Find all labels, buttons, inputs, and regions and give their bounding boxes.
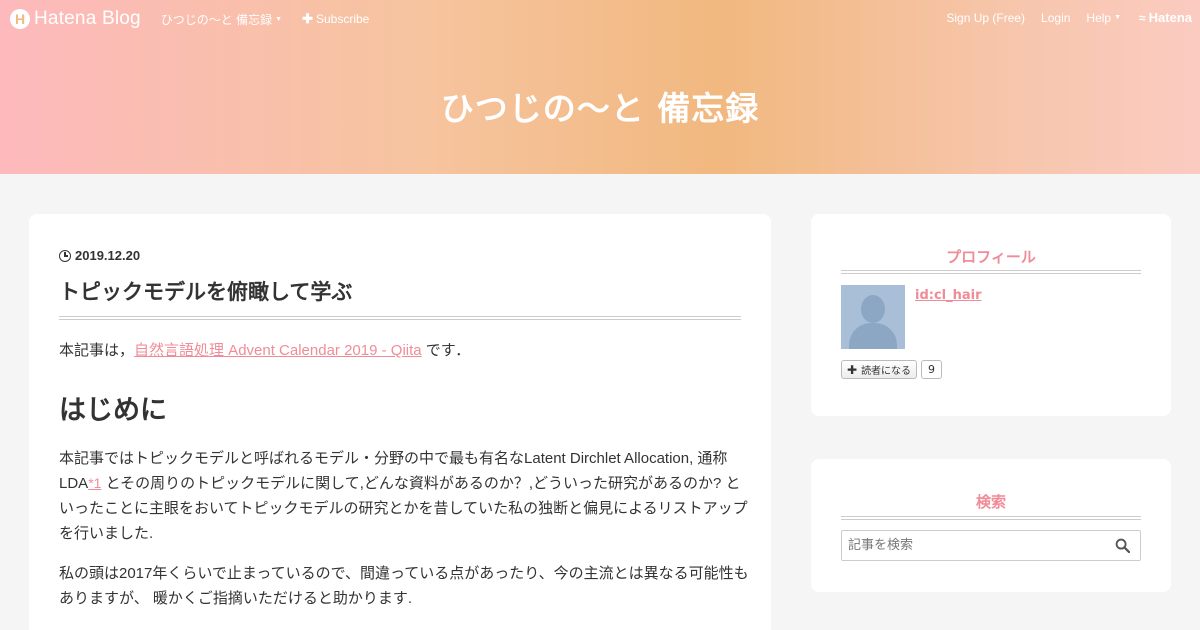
login-link[interactable]: Login — [1041, 11, 1070, 25]
blog-title[interactable]: ひつじの〜と 備忘録 — [0, 82, 1200, 130]
avatar[interactable] — [841, 285, 905, 349]
intro-paragraph: 本記事は，自然言語処理 Advent Calendar 2019 - Qiita… — [59, 339, 470, 360]
p1-text-b: とその周りのトピックモデルに関して,どんな資料があるのか？,どういった研究がある… — [59, 475, 748, 542]
footnote-link[interactable]: *1 — [88, 475, 101, 491]
profile-module: プロフィール id:cl_hair ✚ 読者になる 9 — [811, 214, 1171, 416]
hatena-wave-icon: ≈ — [1139, 10, 1146, 25]
search-icon[interactable] — [1115, 538, 1130, 553]
section-heading: はじめに — [59, 395, 167, 426]
subscribe-link[interactable]: ✚ Subscribe — [302, 11, 369, 27]
intro-text-after: です． — [421, 342, 471, 359]
entry-date-text: 2019.12.20 — [75, 248, 141, 263]
search-module: 検索 — [811, 459, 1171, 592]
avatar-body — [849, 323, 897, 349]
body-paragraph-1: 本記事ではトピックモデルと呼ばれるモデル・分野の中で最も有名なLatent Di… — [59, 446, 749, 546]
avatar-head — [861, 295, 885, 323]
subscribe-label: Subscribe — [315, 12, 370, 26]
signup-link[interactable]: Sign Up (Free) — [946, 11, 1025, 25]
plus-icon: ✚ — [847, 362, 858, 377]
help-dropdown[interactable]: Help ▼ — [1086, 11, 1121, 25]
body-paragraph-2: 私の頭は2017年くらいで止まっているので、間違っている点があったり、今の主流と… — [59, 565, 749, 607]
search-input[interactable] — [842, 531, 1108, 560]
caret-down-icon: ▼ — [275, 15, 283, 23]
global-header-left: H Hatena Blog ひつじの〜と 備忘録 ▼ ✚ Subscribe — [10, 8, 369, 30]
blog-menu-label: ひつじの〜と 備忘録 — [160, 12, 273, 27]
plus-icon: ✚ — [302, 11, 313, 26]
reader-subscribe-label: 読者になる — [861, 366, 912, 377]
subscriber-count: 9 — [921, 360, 942, 379]
entry-article: 2019.12.20 トピックモデルを俯瞰して学ぶ 本記事は，自然言語処理 Ad… — [29, 214, 771, 630]
profile-title-divider — [841, 270, 1141, 274]
entry-title[interactable]: トピックモデルを俯瞰して学ぶ — [59, 276, 352, 306]
intro-text-before: 本記事は， — [59, 342, 135, 359]
hatena-logo[interactable]: ≈ Hatena — [1139, 10, 1192, 25]
hatena-logo-icon: H — [10, 9, 30, 29]
search-title-divider — [841, 516, 1141, 520]
help-label: Help — [1086, 10, 1112, 25]
search-box — [841, 530, 1141, 561]
title-divider — [59, 316, 741, 320]
blog-header: H Hatena Blog ひつじの〜と 備忘録 ▼ ✚ Subscribe S… — [0, 0, 1200, 174]
search-module-title: 検索 — [975, 493, 1006, 511]
profile-id-link[interactable]: id:cl_hair — [915, 288, 982, 303]
blog-menu-dropdown[interactable]: ひつじの〜と 備忘録 ▼ — [161, 11, 282, 28]
clock-icon — [59, 249, 71, 262]
reader-subscribe-button[interactable]: ✚ 読者になる — [841, 360, 918, 379]
hatena-logo-text: Hatena — [1148, 10, 1192, 25]
caret-down-icon: ▼ — [1114, 14, 1122, 21]
advent-calendar-link[interactable]: 自然言語処理 Advent Calendar 2019 - Qiita — [134, 342, 422, 359]
hatena-blog-logo[interactable]: H Hatena Blog — [10, 8, 141, 30]
global-header-bar: H Hatena Blog ひつじの〜と 備忘録 ▼ ✚ Subscribe S… — [0, 0, 1200, 36]
global-header-right: Sign Up (Free) Login Help ▼ ≈ Hatena — [930, 10, 1192, 25]
entry-date[interactable]: 2019.12.20 — [59, 248, 140, 263]
hatena-blog-logo-text: Hatena Blog — [34, 8, 141, 29]
profile-module-title: プロフィール — [946, 248, 1036, 266]
